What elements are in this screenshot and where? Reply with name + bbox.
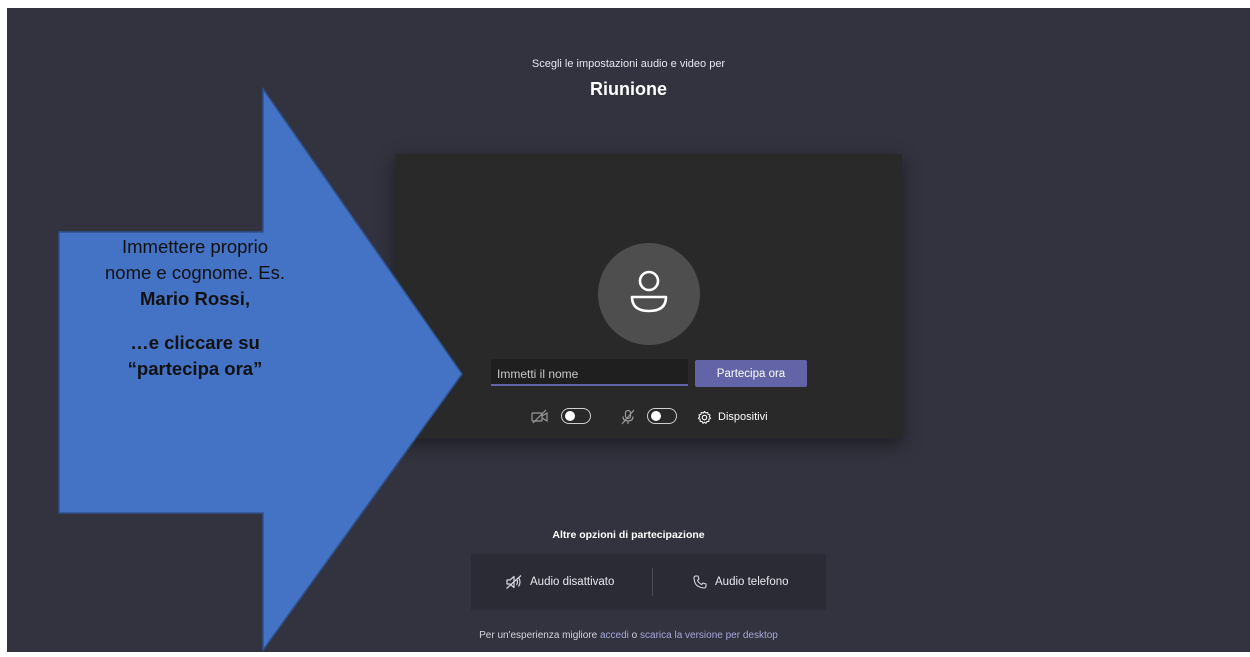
person-icon (630, 270, 668, 313)
other-join-options: Audio disattivato Audio telefono (471, 554, 826, 610)
audio-off-option[interactable]: Audio disattivato (505, 554, 614, 610)
camera-off-icon (531, 409, 549, 430)
avatar (598, 243, 700, 345)
camera-toggle[interactable] (561, 408, 591, 424)
teams-prejoin-screen: Scegli le impostazioni audio e video per… (7, 8, 1250, 652)
join-now-button[interactable]: Partecipa ora (695, 360, 807, 387)
name-input[interactable] (491, 359, 688, 386)
speaker-off-icon (506, 575, 522, 589)
options-divider (652, 568, 653, 596)
mic-off-icon (620, 409, 636, 430)
audio-phone-label: Audio telefono (715, 576, 789, 588)
other-options-title: Altre opzioni di partecipazione (552, 529, 705, 541)
footer-prefix: Per un'esperienza migliore (479, 630, 598, 641)
devices-button[interactable]: Dispositivi (697, 407, 768, 427)
phone-icon (693, 575, 707, 589)
audio-phone-option[interactable]: Audio telefono (692, 554, 789, 610)
signin-link[interactable]: accedi (600, 630, 629, 641)
prejoin-subtitle: Scegli le impostazioni audio e video per (531, 58, 726, 70)
footer-note: Per un'esperienza migliore accedi o scar… (7, 630, 1250, 641)
mic-toggle[interactable] (647, 408, 677, 424)
gear-icon (697, 410, 712, 424)
footer-middle: o (631, 630, 638, 641)
video-preview-card: Partecipa ora (395, 154, 902, 438)
download-desktop-link[interactable]: scarica la versione per desktop (640, 630, 778, 641)
devices-label: Dispositivi (718, 411, 768, 423)
audio-off-label: Audio disattivato (530, 576, 615, 588)
media-controls: Dispositivi (395, 407, 902, 427)
mic-toggle-knob (651, 411, 661, 421)
meeting-title: Riunione (590, 79, 667, 99)
camera-toggle-knob (565, 411, 575, 421)
